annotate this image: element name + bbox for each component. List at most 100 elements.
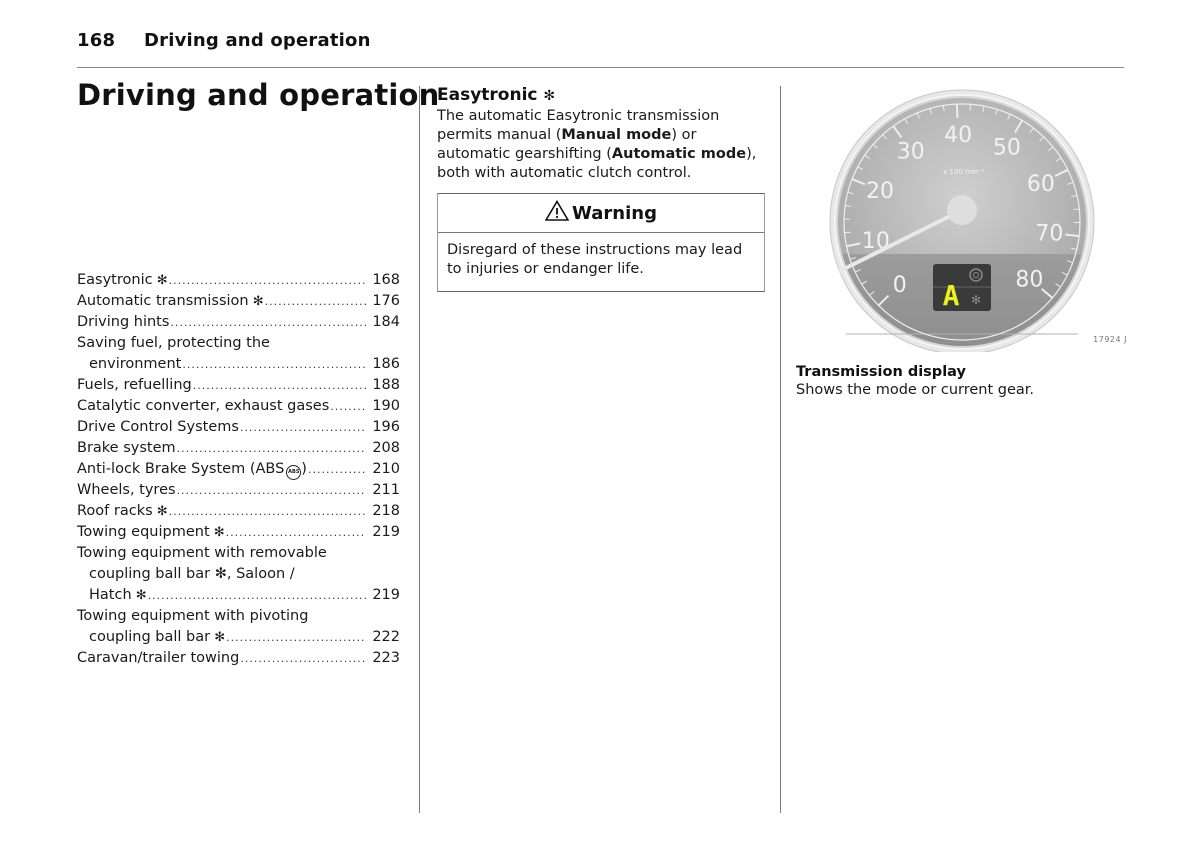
toc-page-number: 208 [372,440,400,456]
toc-entry-text: Drive Control Systems [77,419,239,435]
gauge-minor-tick [844,231,851,234]
toc-entry-text: Caravan/trailer towing [77,650,240,666]
toc-leader-dots [148,585,366,606]
toc-entry-text: Wheels, tyres [77,482,176,498]
toc-entry-text: environment [89,356,182,372]
toc-page-number: 190 [372,398,400,414]
warning-box: Warning Disregard of these instructions … [437,193,765,292]
toc-leader-dots [193,375,366,396]
running-head: 168 Driving and operation [77,30,371,51]
toc-leader-dots [169,501,366,522]
chapter-title: Driving and operation [77,78,440,112]
toc-entry-text: coupling ball bar [89,629,211,645]
gauge-needle-hub [947,195,977,225]
section-title: Easytronic ✻ [437,84,767,107]
toc-page-number: 184 [372,314,400,330]
toc-entry-text: Catalytic converter, exhaust gases [77,398,330,414]
toc-entry-text: Fuels, refuelling [77,377,192,393]
toc-entry[interactable]: Wheels, tyres 211 [77,480,400,501]
toc-entry[interactable]: Caravan/trailer towing 223 [77,648,400,669]
gauge-label: 0 [893,273,907,298]
toc-page-number: 218 [372,503,400,519]
toc-entry[interactable]: Automatic transmission ✻ 176 [77,291,400,312]
easytronic-description: The automatic Easytronic transmission pe… [437,107,767,183]
optional-equipment-icon: ✻ [156,273,168,288]
toc-leader-dots [226,627,366,648]
gauge-label: 70 [1035,222,1063,247]
easytronic-section: Easytronic ✻ The automatic Easytronic tr… [437,84,767,183]
toc-entry[interactable]: Easytronic ✻ 168 [77,270,400,291]
toc-entry-text: Towing equipment with pivoting [77,608,309,624]
toc-entry-text: Anti-lock Brake System (ABS [77,461,285,477]
gauge-unit-label: x 100 min⁻¹ [943,168,985,176]
toc-entry-text: Towing equipment with removable [77,545,327,561]
toc-entry-text: Hatch [89,587,132,603]
toc-page-number: 196 [372,419,400,435]
toc-entry[interactable]: Towing equipment with pivoting coupling b… [77,606,400,648]
toc-page-number: 219 [372,524,400,540]
gauge-minor-tick [1073,208,1080,211]
column-divider-1 [419,86,420,813]
optional-equipment-icon: ✻ [135,588,147,603]
toc-entry[interactable]: Brake system 208 [77,438,400,459]
toc-entry[interactable]: Roof racks ✻ 218 [77,501,400,522]
toc-leader-dots [177,480,366,501]
display-gear: A [943,279,960,312]
figure-id: 17924 J [1093,335,1127,344]
toc-page-number: 168 [372,272,400,288]
table-of-contents: Easytronic ✻ 168 Automatic transmission ✻ 1… [77,270,400,669]
toc-entry[interactable]: Driving hints 184 [77,312,400,333]
running-head-section: Driving and operation [144,30,371,51]
toc-page-number: 186 [372,356,400,372]
warning-title: Warning [572,202,657,224]
rev-counter-figure: 0 10 20 30 40 50 60 70 80 x 100 min⁻¹ A ✻ 17924 … [796,84,1131,355]
toc-leader-dots [240,417,366,438]
toc-leader-dots [265,291,366,312]
toc-page-number: 223 [372,650,400,666]
gauge-label: 60 [1027,172,1055,197]
toc-leader-dots [182,354,366,375]
toc-entry[interactable]: Fuels, refuelling 188 [77,375,400,396]
toc-entry[interactable]: Catalytic converter, exhaust gases 190 [77,396,400,417]
warning-text: Disregard of these instructions may lead… [447,242,743,277]
toc-entry[interactable]: Anti-lock Brake System (ABSABS) 210 [77,459,400,480]
toc-page-number: 188 [372,377,400,393]
toc-entry[interactable]: Saving fuel, protecting the environment 18… [77,333,400,375]
toc-leader-dots [240,648,366,669]
toc-entry-text: Driving hints [77,314,170,330]
transmission-display: A ✻ [933,264,991,312]
caption-text: Shows the mode or current gear. [796,382,1035,398]
toc-entry-text: Towing equipment [77,524,210,540]
toc-leader-dots [169,270,366,291]
toc-entry-text: Saving fuel, protecting the [77,335,270,351]
toc-page-number: 219 [372,587,400,603]
toc-entry[interactable]: Drive Control Systems 196 [77,417,400,438]
figure-caption: Transmission display Shows the mode or c… [796,363,1126,400]
automatic-mode-term: Automatic mode [611,146,747,162]
optional-equipment-icon: ✻ [543,88,556,104]
optional-equipment-icon: ✻ [252,294,264,309]
column-divider-2 [780,86,781,813]
rev-counter-gauge: 010203040 50607080 x 100 min⁻¹ A ✻ [829,89,1095,355]
abs-warning-icon: ABS [286,465,302,480]
manual-mode-term: Manual mode [561,127,672,143]
toc-page-number: 211 [372,482,400,498]
gauge-label: 80 [1015,268,1043,293]
gauge-label: 30 [897,139,925,164]
header-divider [77,67,1124,68]
toc-leader-dots [177,438,366,459]
display-snow-icon: ✻ [971,293,981,307]
caption-title: Transmission display [796,364,966,380]
toc-entry-text: Brake system [77,440,176,456]
toc-leader-dots [170,312,366,333]
toc-entry-suffix: ) [301,461,307,477]
gauge-label: 40 [944,123,972,148]
toc-entry[interactable]: Towing equipment ✻ 219 [77,522,400,543]
toc-entry[interactable]: Towing equipment with removable coupling … [77,543,400,606]
warning-triangle-icon [544,199,570,226]
toc-page-number: 176 [372,293,400,309]
toc-entry-text: Roof racks [77,503,153,519]
section-title-text: Easytronic [437,85,538,105]
toc-entry-text: Automatic transmission [77,293,249,309]
toc-entry-text: coupling ball bar ✻, Saloon / [89,566,295,582]
